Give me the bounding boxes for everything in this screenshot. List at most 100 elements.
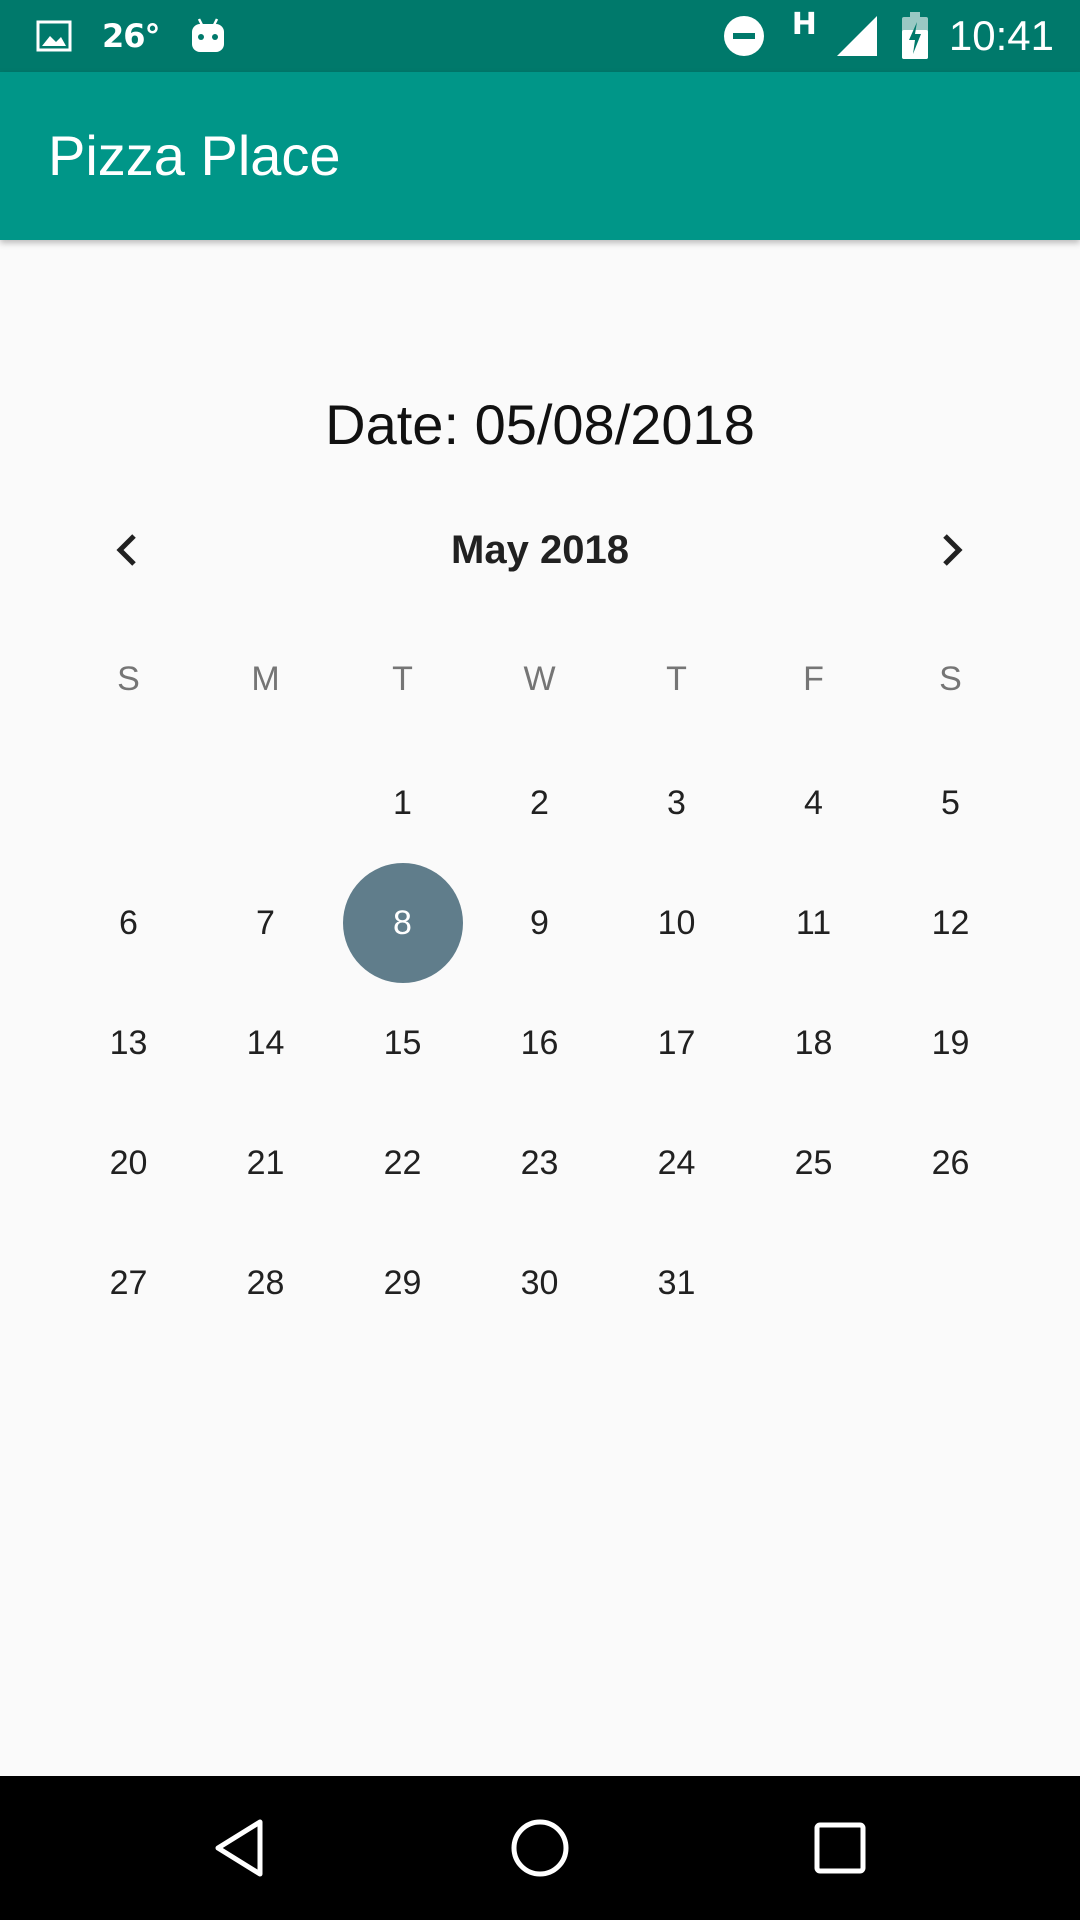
day-number: 4 [804, 783, 823, 822]
home-button[interactable] [480, 1776, 600, 1920]
day-cell[interactable]: 22 [334, 1103, 471, 1223]
day-number: 30 [520, 1263, 559, 1302]
day-number: 9 [530, 903, 549, 942]
day-cell[interactable]: 26 [882, 1103, 1019, 1223]
selected-date-label: Date: 05/08/2018 [325, 393, 755, 456]
weekday-label: F [803, 660, 824, 698]
weekday-label: M [251, 660, 280, 698]
app-bar: Pizza Place [0, 72, 1080, 240]
day-cell[interactable]: 18 [745, 983, 882, 1103]
clock-text: 10:41 [948, 12, 1054, 59]
day-cell[interactable]: 12 [882, 863, 1019, 983]
day-number: 18 [794, 1023, 833, 1062]
status-bar: 26° H 10:41 [0, 0, 1080, 72]
system-navigation-bar [0, 1776, 1080, 1920]
day-number: 13 [109, 1023, 148, 1062]
day-number: 26 [931, 1143, 970, 1182]
back-icon [215, 1819, 263, 1877]
recents-button[interactable] [780, 1776, 900, 1920]
day-number: 3 [667, 783, 686, 822]
weekday-header-row: S M T W T F S [60, 660, 1020, 720]
day-cell[interactable]: 9 [471, 863, 608, 983]
weekday-label: T [666, 660, 687, 698]
day-number: 21 [246, 1143, 285, 1182]
weekday-label: W [523, 660, 556, 698]
day-number: 8 [393, 903, 412, 942]
day-number: 27 [109, 1263, 148, 1302]
day-number: 17 [657, 1023, 696, 1062]
day-cell[interactable]: 15 [334, 983, 471, 1103]
network-type-text: H [791, 6, 817, 42]
day-number: 1 [393, 783, 412, 822]
day-number: 24 [657, 1143, 696, 1182]
empty-day-cell [197, 743, 334, 863]
day-number: 11 [795, 903, 832, 942]
day-cell[interactable]: 16 [471, 983, 608, 1103]
day-cell-selected[interactable]: 8 [334, 863, 471, 983]
empty-day-cell [745, 1223, 882, 1343]
day-number: 15 [383, 1023, 422, 1062]
day-cell[interactable]: 30 [471, 1223, 608, 1343]
previous-month-button[interactable] [88, 510, 168, 590]
day-cell[interactable]: 23 [471, 1103, 608, 1223]
chevron-left-icon [116, 534, 136, 566]
day-number: 31 [657, 1263, 696, 1302]
day-cell[interactable]: 20 [60, 1103, 197, 1223]
empty-day-cell [60, 743, 197, 863]
day-number: 7 [256, 903, 275, 942]
day-cell[interactable]: 7 [197, 863, 334, 983]
day-cell[interactable]: 21 [197, 1103, 334, 1223]
day-cell[interactable]: 5 [882, 743, 1019, 863]
day-number: 14 [246, 1023, 285, 1062]
day-number: 2 [530, 783, 549, 822]
day-number: 28 [246, 1263, 285, 1302]
empty-day-cell [882, 1223, 1019, 1343]
day-cell[interactable]: 2 [471, 743, 608, 863]
day-number: 23 [520, 1143, 559, 1182]
day-cell[interactable]: 29 [334, 1223, 471, 1343]
day-cell[interactable]: 31 [608, 1223, 745, 1343]
day-number: 10 [657, 903, 696, 942]
day-number: 16 [520, 1023, 559, 1062]
app-title: Pizza Place [48, 124, 341, 187]
day-cell[interactable]: 25 [745, 1103, 882, 1223]
battery-charging-icon [901, 12, 929, 60]
weekday-label: S [939, 660, 962, 698]
days-grid: 1 2 3 4 5 6 7 8 9 10 11 12 13 14 15 16 17 18 19 20 21 22 23 24 2… [60, 743, 1020, 1343]
day-cell[interactable]: 17 [608, 983, 745, 1103]
day-cell[interactable]: 27 [60, 1223, 197, 1343]
day-cell[interactable]: 11 [745, 863, 882, 983]
day-number: 25 [794, 1143, 833, 1182]
day-cell[interactable]: 3 [608, 743, 745, 863]
home-icon [511, 1819, 569, 1877]
day-number: 19 [931, 1023, 970, 1062]
chevron-right-icon [943, 534, 963, 566]
weekday-label: S [117, 660, 140, 698]
status-bar-left: 26° [36, 0, 226, 72]
back-button[interactable] [180, 1776, 300, 1920]
day-number: 22 [383, 1143, 422, 1182]
day-number: 5 [941, 783, 960, 822]
recents-icon [814, 1822, 866, 1874]
day-number: 29 [383, 1263, 422, 1302]
month-label: May 2018 [451, 528, 629, 572]
day-cell[interactable]: 10 [608, 863, 745, 983]
day-cell[interactable]: 14 [197, 983, 334, 1103]
day-cell[interactable]: 19 [882, 983, 1019, 1103]
calendar-header: May 2018 [0, 510, 1080, 590]
day-number: 20 [109, 1143, 148, 1182]
day-cell[interactable]: 13 [60, 983, 197, 1103]
day-number: 12 [931, 903, 970, 942]
day-cell[interactable]: 6 [60, 863, 197, 983]
temperature-text: 26° [102, 17, 161, 55]
day-cell[interactable]: 24 [608, 1103, 745, 1223]
day-cell[interactable]: 28 [197, 1223, 334, 1343]
weekday-label: T [392, 660, 413, 698]
day-cell[interactable]: 4 [745, 743, 882, 863]
signal-icon [835, 14, 879, 58]
status-bar-right: H 10:41 [722, 0, 1054, 72]
do-not-disturb-icon [722, 14, 766, 58]
day-cell[interactable]: 1 [334, 743, 471, 863]
day-number: 6 [119, 903, 138, 942]
next-month-button[interactable] [911, 510, 991, 590]
